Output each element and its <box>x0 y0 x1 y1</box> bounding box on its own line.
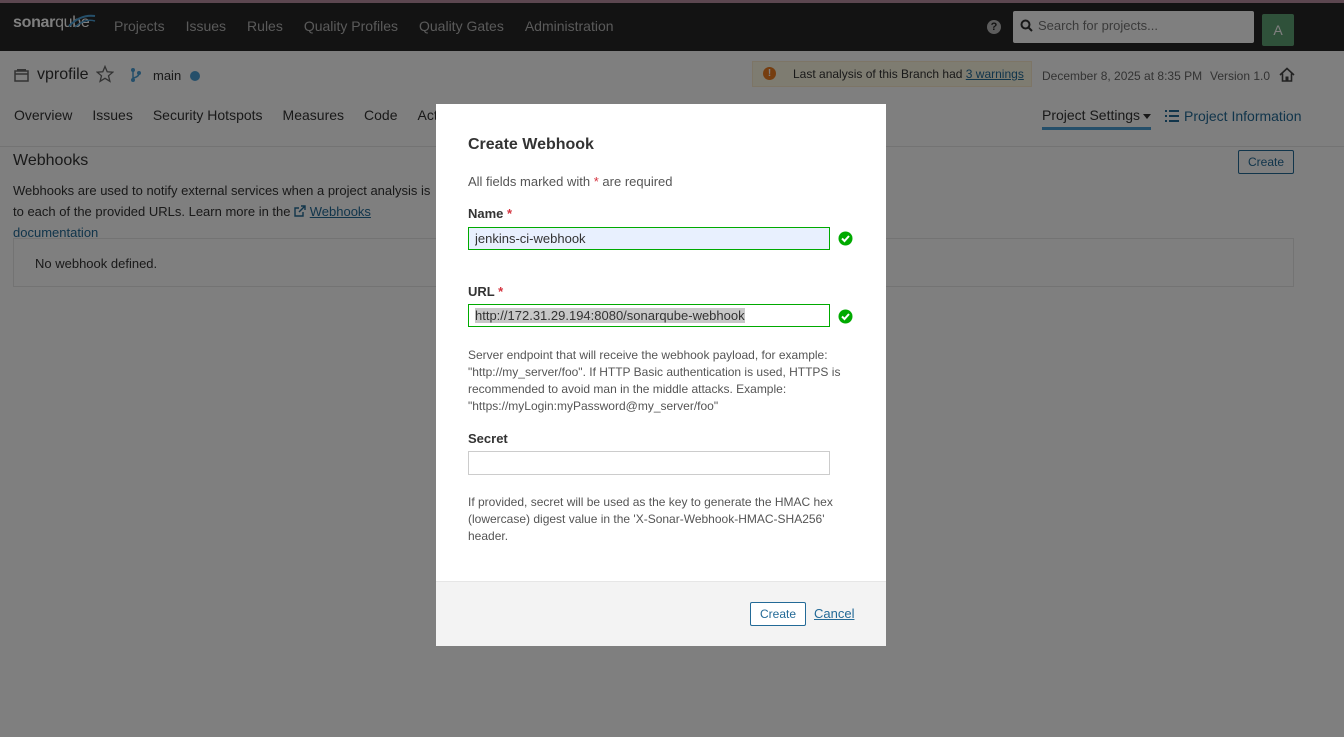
url-input[interactable]: http://172.31.29.194:8080/sonarqube-webh… <box>468 304 830 327</box>
cancel-link[interactable]: Cancel <box>814 606 854 621</box>
url-label-text: URL <box>468 284 495 299</box>
url-valid-check-icon <box>838 309 853 324</box>
name-valid-check-icon <box>838 231 853 246</box>
required-note-suffix: are required <box>602 174 673 189</box>
url-help-text: Server endpoint that will receive the we… <box>468 348 841 413</box>
name-label-text: Name <box>468 206 504 221</box>
required-fields-note: All fields marked with * are required <box>468 174 673 189</box>
secret-field-label: Secret <box>468 431 508 446</box>
url-required-star: * <box>498 284 504 299</box>
url-field-label: URL * <box>468 284 503 299</box>
url-input-value: http://172.31.29.194:8080/sonarqube-webh… <box>475 308 745 323</box>
modal-footer: Create Cancel <box>436 581 886 646</box>
create-button[interactable]: Create <box>750 602 806 626</box>
secret-help-text: If provided, secret will be used as the … <box>468 495 833 543</box>
create-webhook-modal: Create Webhook All fields marked with * … <box>436 104 886 646</box>
secret-input[interactable] <box>468 451 830 475</box>
name-field-label: Name * <box>468 206 512 221</box>
name-required-star: * <box>507 206 513 221</box>
modal-title: Create Webhook <box>468 136 594 153</box>
required-note-prefix: All fields marked with <box>468 174 591 189</box>
required-star: * <box>593 174 599 189</box>
name-input[interactable] <box>468 227 830 250</box>
